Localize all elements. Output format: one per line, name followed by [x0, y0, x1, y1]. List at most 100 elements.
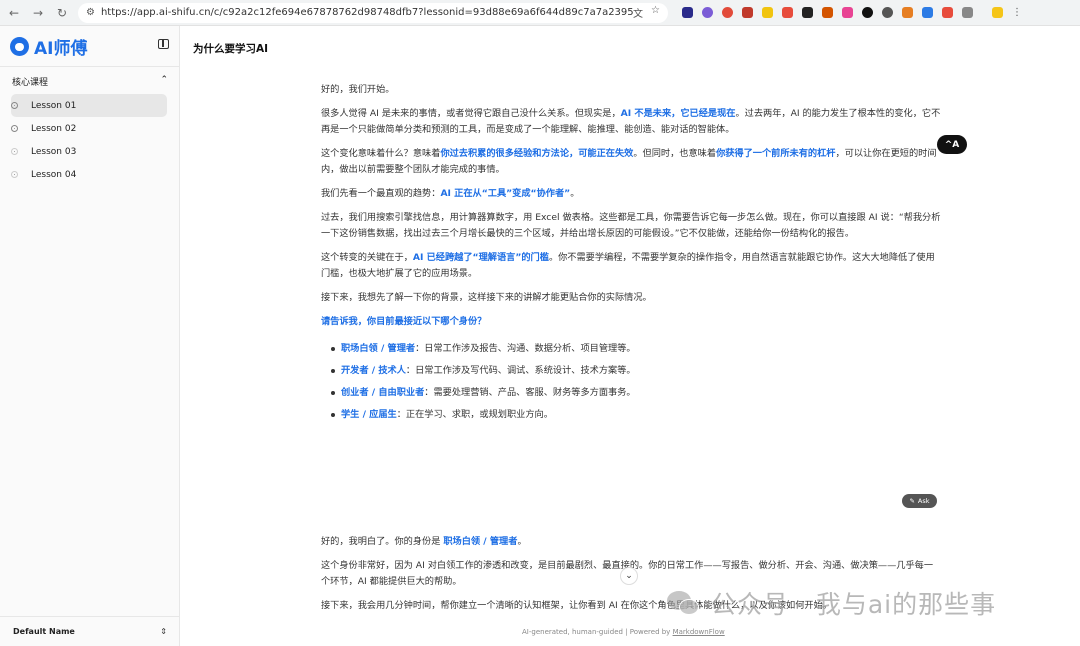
- role-desc: ：需要处理营销、产品、客服、财务等多方面事务。: [424, 387, 636, 398]
- footer-note: AI-generated, human-guided | Powered by …: [522, 628, 725, 636]
- text: 我们先看一个最直观的趋势：: [321, 188, 441, 199]
- role-option[interactable]: 学生 / 应届生：正在学习、求职，或规划职业方向。: [331, 404, 941, 426]
- text: 很多人觉得 AI 是未来的事情，或者觉得它跟自己没什么关系。但现实是，: [321, 108, 621, 119]
- role-name[interactable]: 创业者 / 自由职业者: [341, 387, 424, 398]
- scroll-down-icon[interactable]: ⌄: [620, 567, 638, 585]
- paragraph: 这个变化意味着什么？意味着你过去积累的很多经验和方法论，可能正在失效。但同时，也…: [321, 146, 941, 178]
- sidebar: AI师傅 核心课程 ⌃ Lesson 01 Lesson 02 Lesson 0…: [0, 26, 180, 646]
- extension-icon[interactable]: [802, 7, 813, 18]
- extension-icon[interactable]: [762, 7, 773, 18]
- role-name[interactable]: 职场白领 / 管理者: [341, 343, 415, 354]
- extension-icon[interactable]: [842, 7, 853, 18]
- question-prompt: 请告诉我，你目前最接近以下哪个身份？: [321, 316, 487, 327]
- highlight-text: 你获得了一个前所未有的杠杆: [716, 148, 836, 159]
- extension-icon[interactable]: [722, 7, 733, 18]
- lesson-label: Lesson 01: [31, 100, 77, 111]
- lesson-item[interactable]: Lesson 01: [11, 94, 167, 117]
- extension-icon[interactable]: [682, 7, 693, 18]
- role-options: 职场白领 / 管理者：日常工作涉及报告、沟通、数据分析、项目管理等。 开发者 /…: [321, 338, 941, 426]
- role-desc: ：正在学习、求职，或规划职业方向。: [396, 409, 553, 420]
- lesson-item[interactable]: Lesson 03: [11, 140, 167, 163]
- chevron-up-down-icon[interactable]: ⇕: [160, 627, 167, 636]
- highlight-text: 职场白领 / 管理者: [443, 536, 518, 547]
- sidebar-toggle-icon[interactable]: [158, 39, 169, 49]
- chevron-up-icon[interactable]: ⌃: [160, 75, 168, 88]
- highlight-text: AI 不是未来，它已经是现在: [620, 108, 736, 119]
- watermark-text: 公众号 · 我与ai的那些事: [711, 590, 997, 619]
- user-name: Default Name: [13, 627, 75, 636]
- lesson-label: Lesson 02: [31, 123, 77, 134]
- section-title: 核心课程: [12, 78, 49, 88]
- paragraph: 过去，我们用搜索引擎找信息，用计算器算数字，用 Excel 做表格。这些都是工具…: [321, 212, 941, 239]
- forward-icon[interactable]: →: [28, 3, 48, 23]
- extension-icon[interactable]: [922, 7, 933, 18]
- lesson-status-icon: [11, 148, 18, 155]
- extension-icon[interactable]: [702, 7, 713, 18]
- site-info-icon[interactable]: ⚙: [86, 7, 95, 18]
- back-icon[interactable]: ←: [4, 3, 24, 23]
- menu-dots-icon[interactable]: ⋮: [1012, 7, 1022, 18]
- ask-label: Ask: [917, 497, 930, 505]
- watermark: 公众号 · 我与ai的那些事: [667, 578, 1077, 628]
- address-bar[interactable]: ⚙ https://app.ai-shifu.cn/c/c92a2c12fe69…: [78, 2, 668, 23]
- paragraph: 好的，我明白了。你的身份是 职场白领 / 管理者。: [321, 534, 941, 550]
- lesson-list: Lesson 01 Lesson 02 Lesson 03 Lesson 04: [11, 94, 167, 186]
- main-content: 为什么要学习AI 好的，我们开始。 很多人觉得 AI 是未来的事情，或者觉得它跟…: [180, 26, 1080, 646]
- lesson-item[interactable]: Lesson 04: [11, 163, 167, 186]
- logo-icon: [10, 36, 29, 56]
- role-option[interactable]: 职场白领 / 管理者：日常工作涉及报告、沟通、数据分析、项目管理等。: [331, 338, 941, 360]
- text: 这个转变的关键在于，: [321, 252, 413, 263]
- highlight-text: AI 已经跨越了“理解语言”的门槛: [412, 252, 549, 263]
- text: 好的，我明白了。你的身份是: [321, 536, 444, 547]
- text: 。: [517, 536, 527, 547]
- role-option[interactable]: 创业者 / 自由职业者：需要处理营销、产品、客服、财务等多方面事务。: [331, 382, 941, 404]
- browser-toolbar: ← → ↻ ⚙ https://app.ai-shifu.cn/c/c92a2c…: [0, 0, 1080, 26]
- extensions-row: ⋮: [682, 7, 1022, 18]
- extension-icon[interactable]: [862, 7, 873, 18]
- extension-icon[interactable]: [782, 7, 793, 18]
- text: 。: [570, 188, 580, 199]
- logo-text: AI师傅: [34, 38, 88, 59]
- paragraph: 这个转变的关键在于，AI 已经跨越了“理解语言”的门槛。你不需要学编程，不需要学…: [321, 250, 941, 282]
- lesson-item[interactable]: Lesson 02: [11, 117, 167, 140]
- extension-icon[interactable]: [902, 7, 913, 18]
- page-title: 为什么要学习AI: [193, 43, 269, 55]
- user-menu[interactable]: Default Name ⇕: [0, 616, 180, 646]
- lesson-content: 好的，我们开始。 很多人觉得 AI 是未来的事情，或者觉得它跟自己没什么关系。但…: [321, 82, 941, 434]
- paragraph: 我们先看一个最直观的趋势：AI 正在从“工具”变成“协作者”。: [321, 186, 941, 202]
- role-option[interactable]: 开发者 / 技术人：日常工作涉及写代码、调试、系统设计、技术方案等。: [331, 360, 941, 382]
- ask-button[interactable]: ✎ Ask: [902, 494, 937, 508]
- divider: [0, 66, 180, 67]
- lesson-status-icon: [11, 102, 18, 109]
- footer-link[interactable]: MarkdownFlow: [673, 628, 725, 636]
- role-name[interactable]: 学生 / 应届生: [341, 409, 397, 420]
- footer-text: AI-generated, human-guided | Powered by: [522, 628, 673, 636]
- highlight-text: 你过去积累的很多经验和方法论，可能正在失效: [440, 148, 634, 159]
- wechat-icon: [667, 589, 701, 617]
- logo[interactable]: AI师傅: [0, 26, 179, 66]
- paragraph: 好的，我们开始。: [321, 84, 395, 95]
- lesson-label: Lesson 03: [31, 146, 77, 157]
- shortcut-button[interactable]: ^A: [937, 135, 967, 154]
- extension-icon[interactable]: [742, 7, 753, 18]
- profile-avatar-icon[interactable]: [992, 7, 1003, 18]
- url-text: https://app.ai-shifu.cn/c/c92a2c12fe694e…: [100, 7, 634, 18]
- puzzle-icon[interactable]: [962, 7, 973, 18]
- translate-icon[interactable]: 文: [633, 5, 643, 20]
- course-section-header[interactable]: 核心课程 ⌃: [12, 75, 168, 88]
- lesson-status-icon: [11, 171, 18, 178]
- text: 。但同时，也意味着: [633, 148, 717, 159]
- bookmark-star-icon[interactable]: ☆: [651, 5, 660, 20]
- extension-icon[interactable]: [822, 7, 833, 18]
- role-name[interactable]: 开发者 / 技术人: [341, 365, 406, 376]
- role-desc: ：日常工作涉及报告、沟通、数据分析、项目管理等。: [415, 343, 636, 354]
- reload-icon[interactable]: ↻: [52, 3, 72, 23]
- extension-badge-icon[interactable]: [942, 7, 953, 18]
- highlight-text: AI 正在从“工具”变成“协作者”: [440, 188, 571, 199]
- role-desc: ：日常工作涉及写代码、调试、系统设计、技术方案等。: [405, 365, 636, 376]
- lesson-status-icon: [11, 125, 18, 132]
- text: 这个变化意味着什么？意味着: [321, 148, 441, 159]
- paragraph: 接下来，我想先了解一下你的背景，这样接下来的讲解才能更贴合你的实际情况。: [321, 292, 652, 303]
- extension-icon[interactable]: [882, 7, 893, 18]
- edit-icon: ✎: [909, 497, 915, 505]
